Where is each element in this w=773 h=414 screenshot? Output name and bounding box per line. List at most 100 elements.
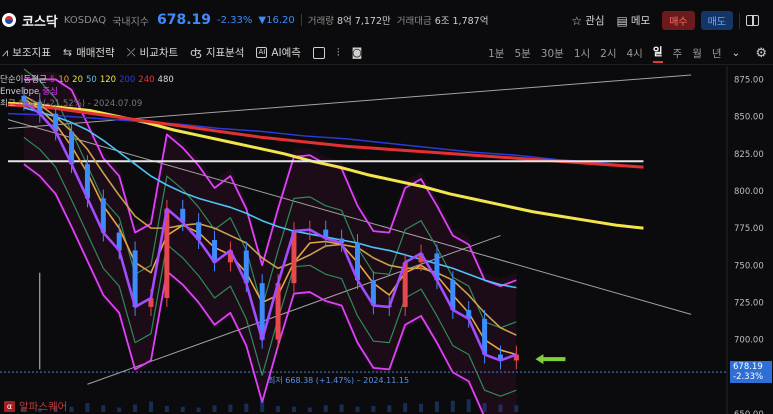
volume-bar (244, 403, 249, 412)
timeframe-week[interactable]: 주 (673, 46, 683, 61)
y-tick-label: 775.00 (734, 224, 764, 234)
memo-label: 메모 (630, 15, 651, 27)
timeframe-1m[interactable]: 1분 (488, 46, 504, 61)
ma-period-200: 200 (119, 75, 136, 85)
indicator-button[interactable]: ⩘ 보조지표 (2, 45, 51, 60)
y-tick-label: 725.00 (734, 298, 764, 308)
compare-label: 비교차트 (139, 47, 179, 59)
top-bar: 코스닥 KOSDAQ 국내지수 678.19 -2.33% ▼16.20 거래량… (0, 0, 773, 40)
square-icon[interactable] (312, 46, 325, 59)
ma-period-120: 120 (99, 75, 117, 85)
timeframe-5m[interactable]: 5분 (514, 46, 530, 61)
chart-svg[interactable]: 875.00 850.00 825.00 800.00 775.00 750.00 725.… (0, 66, 773, 414)
chart-toolbar: ⩘ 보조지표 ⇆ 매매전략 ⤫ 비교차트 ʤ 지표분석 AI AI예측 ⫶ ◙ … (0, 41, 773, 65)
layout-icon[interactable] (746, 15, 759, 26)
timeframe-30m[interactable]: 30분 (541, 46, 564, 61)
price-tag-pct: -2.33% (733, 372, 764, 383)
change-percent: -2.33% (217, 14, 253, 26)
timeframe-bar: 1분 5분 30분 1시 2시 4시 일 주 월 년 ⌄ ⚙ (483, 41, 773, 65)
volume-bar (291, 406, 296, 412)
analysis-icon: ʤ (190, 46, 202, 59)
divider (300, 14, 302, 26)
ai-predict-label: AI예측 (271, 47, 301, 59)
camera-icon: ◙ (351, 46, 363, 59)
volume-bar (85, 403, 90, 412)
watermark: α 알파스퀘어 (4, 399, 67, 414)
gear-icon[interactable]: ⚙ (755, 46, 767, 61)
volume-bar (482, 403, 487, 412)
screenshot-button[interactable]: ◙ (352, 46, 363, 59)
change-value: ▼16.20 (258, 14, 295, 26)
volume-bar (355, 406, 360, 412)
price-chart[interactable]: 875.00 850.00 825.00 800.00 775.00 750.00 725.… (0, 66, 773, 414)
volume-bar (69, 406, 74, 412)
candlestick-icon: ⫶ (336, 45, 340, 59)
timeframe-1h[interactable]: 1시 (574, 46, 590, 61)
envelope-title: Envelope (0, 87, 40, 97)
divider (739, 12, 740, 29)
volume-bar (466, 399, 471, 412)
y-tick-label: 875.00 (734, 75, 764, 85)
watch-label: 관심 (585, 15, 605, 27)
index-type: 국내지수 (112, 16, 149, 28)
timeframe-4h[interactable]: 4시 (627, 46, 643, 61)
high-legend: 최고 864.1(-21.52%) - 2024.07.09 (0, 98, 174, 110)
strategy-icon: ⇆ (62, 46, 73, 59)
volume-bar (514, 405, 519, 412)
volume-bar (180, 406, 185, 412)
amount-label: 거래대금 (396, 16, 432, 27)
envelope-mid: 중심 (42, 87, 58, 97)
volume-bar (434, 401, 439, 412)
sell-button[interactable]: 매도 (700, 11, 733, 30)
ma-period-50: 50 (86, 75, 97, 85)
amount-value: 6조 1,787억 (434, 16, 489, 27)
high-label: 최고 (0, 99, 16, 109)
header-actions: ☆ 관심 ▤ 메모 매수 매도 (571, 11, 759, 30)
volume-bar (117, 407, 122, 412)
timeframe-2h[interactable]: 2시 (600, 46, 616, 61)
watch-button[interactable]: ☆ 관심 (571, 13, 604, 28)
green-arrow-icon (535, 354, 566, 365)
volume-bar (164, 406, 169, 412)
volume-bar (196, 407, 201, 412)
y-tick-label: 750.00 (734, 261, 764, 271)
volume-bar (276, 406, 281, 412)
ma-period-480: 480 (157, 75, 174, 85)
current-price: 678.19 (157, 12, 212, 28)
timeframe-year[interactable]: 년 (712, 46, 722, 61)
buy-button[interactable]: 매수 (662, 11, 695, 30)
volume-bar (498, 404, 503, 412)
strategy-button[interactable]: ⇆ 매매전략 (63, 45, 115, 60)
volume-bar (260, 400, 265, 412)
ma-period-20: 20 (72, 75, 83, 85)
y-tick-label: 825.00 (734, 150, 764, 160)
envelope-legend[interactable]: Envelope 중심 (0, 86, 174, 98)
volume-bar (228, 404, 233, 412)
timeframe-month[interactable]: 월 (692, 46, 702, 61)
chevron-down-icon[interactable]: ⌄ (732, 47, 741, 59)
analysis-button[interactable]: ʤ 지표분석 (190, 45, 244, 60)
star-icon: ☆ (571, 13, 583, 28)
compare-button[interactable]: ⤫ 비교차트 (127, 45, 178, 60)
volume-bar (133, 404, 138, 412)
timeframe-day[interactable]: 일 (652, 44, 663, 63)
y-tick-label: 650.00 (734, 410, 764, 414)
ma-legend[interactable]: 단순이동평균 5 10 20 50 120 200 240 480 (0, 74, 174, 86)
volume-bar (101, 405, 106, 412)
y-tick-label: 800.00 (734, 187, 764, 197)
memo-button[interactable]: ▤ 메모 (617, 13, 651, 28)
volume-value: 8억 7,172만 (336, 16, 391, 27)
current-price-tag: 678.19 -2.33% (730, 361, 772, 384)
volume-bar (450, 400, 455, 412)
price-tag-value: 678.19 (733, 362, 763, 373)
volume-bar (403, 403, 408, 412)
volume-bar (148, 401, 153, 412)
volume-bar (387, 405, 392, 412)
ma-period-5: 5 (49, 75, 56, 85)
ai-predict-button[interactable]: AI AI예측 (256, 45, 301, 60)
volume-bar (212, 405, 217, 412)
indicator-label: 보조지표 (12, 47, 51, 59)
candle-type-button[interactable]: ⫶ (337, 46, 340, 60)
indicator-icon: ⩘ (2, 45, 9, 59)
volume-bar (323, 405, 328, 412)
